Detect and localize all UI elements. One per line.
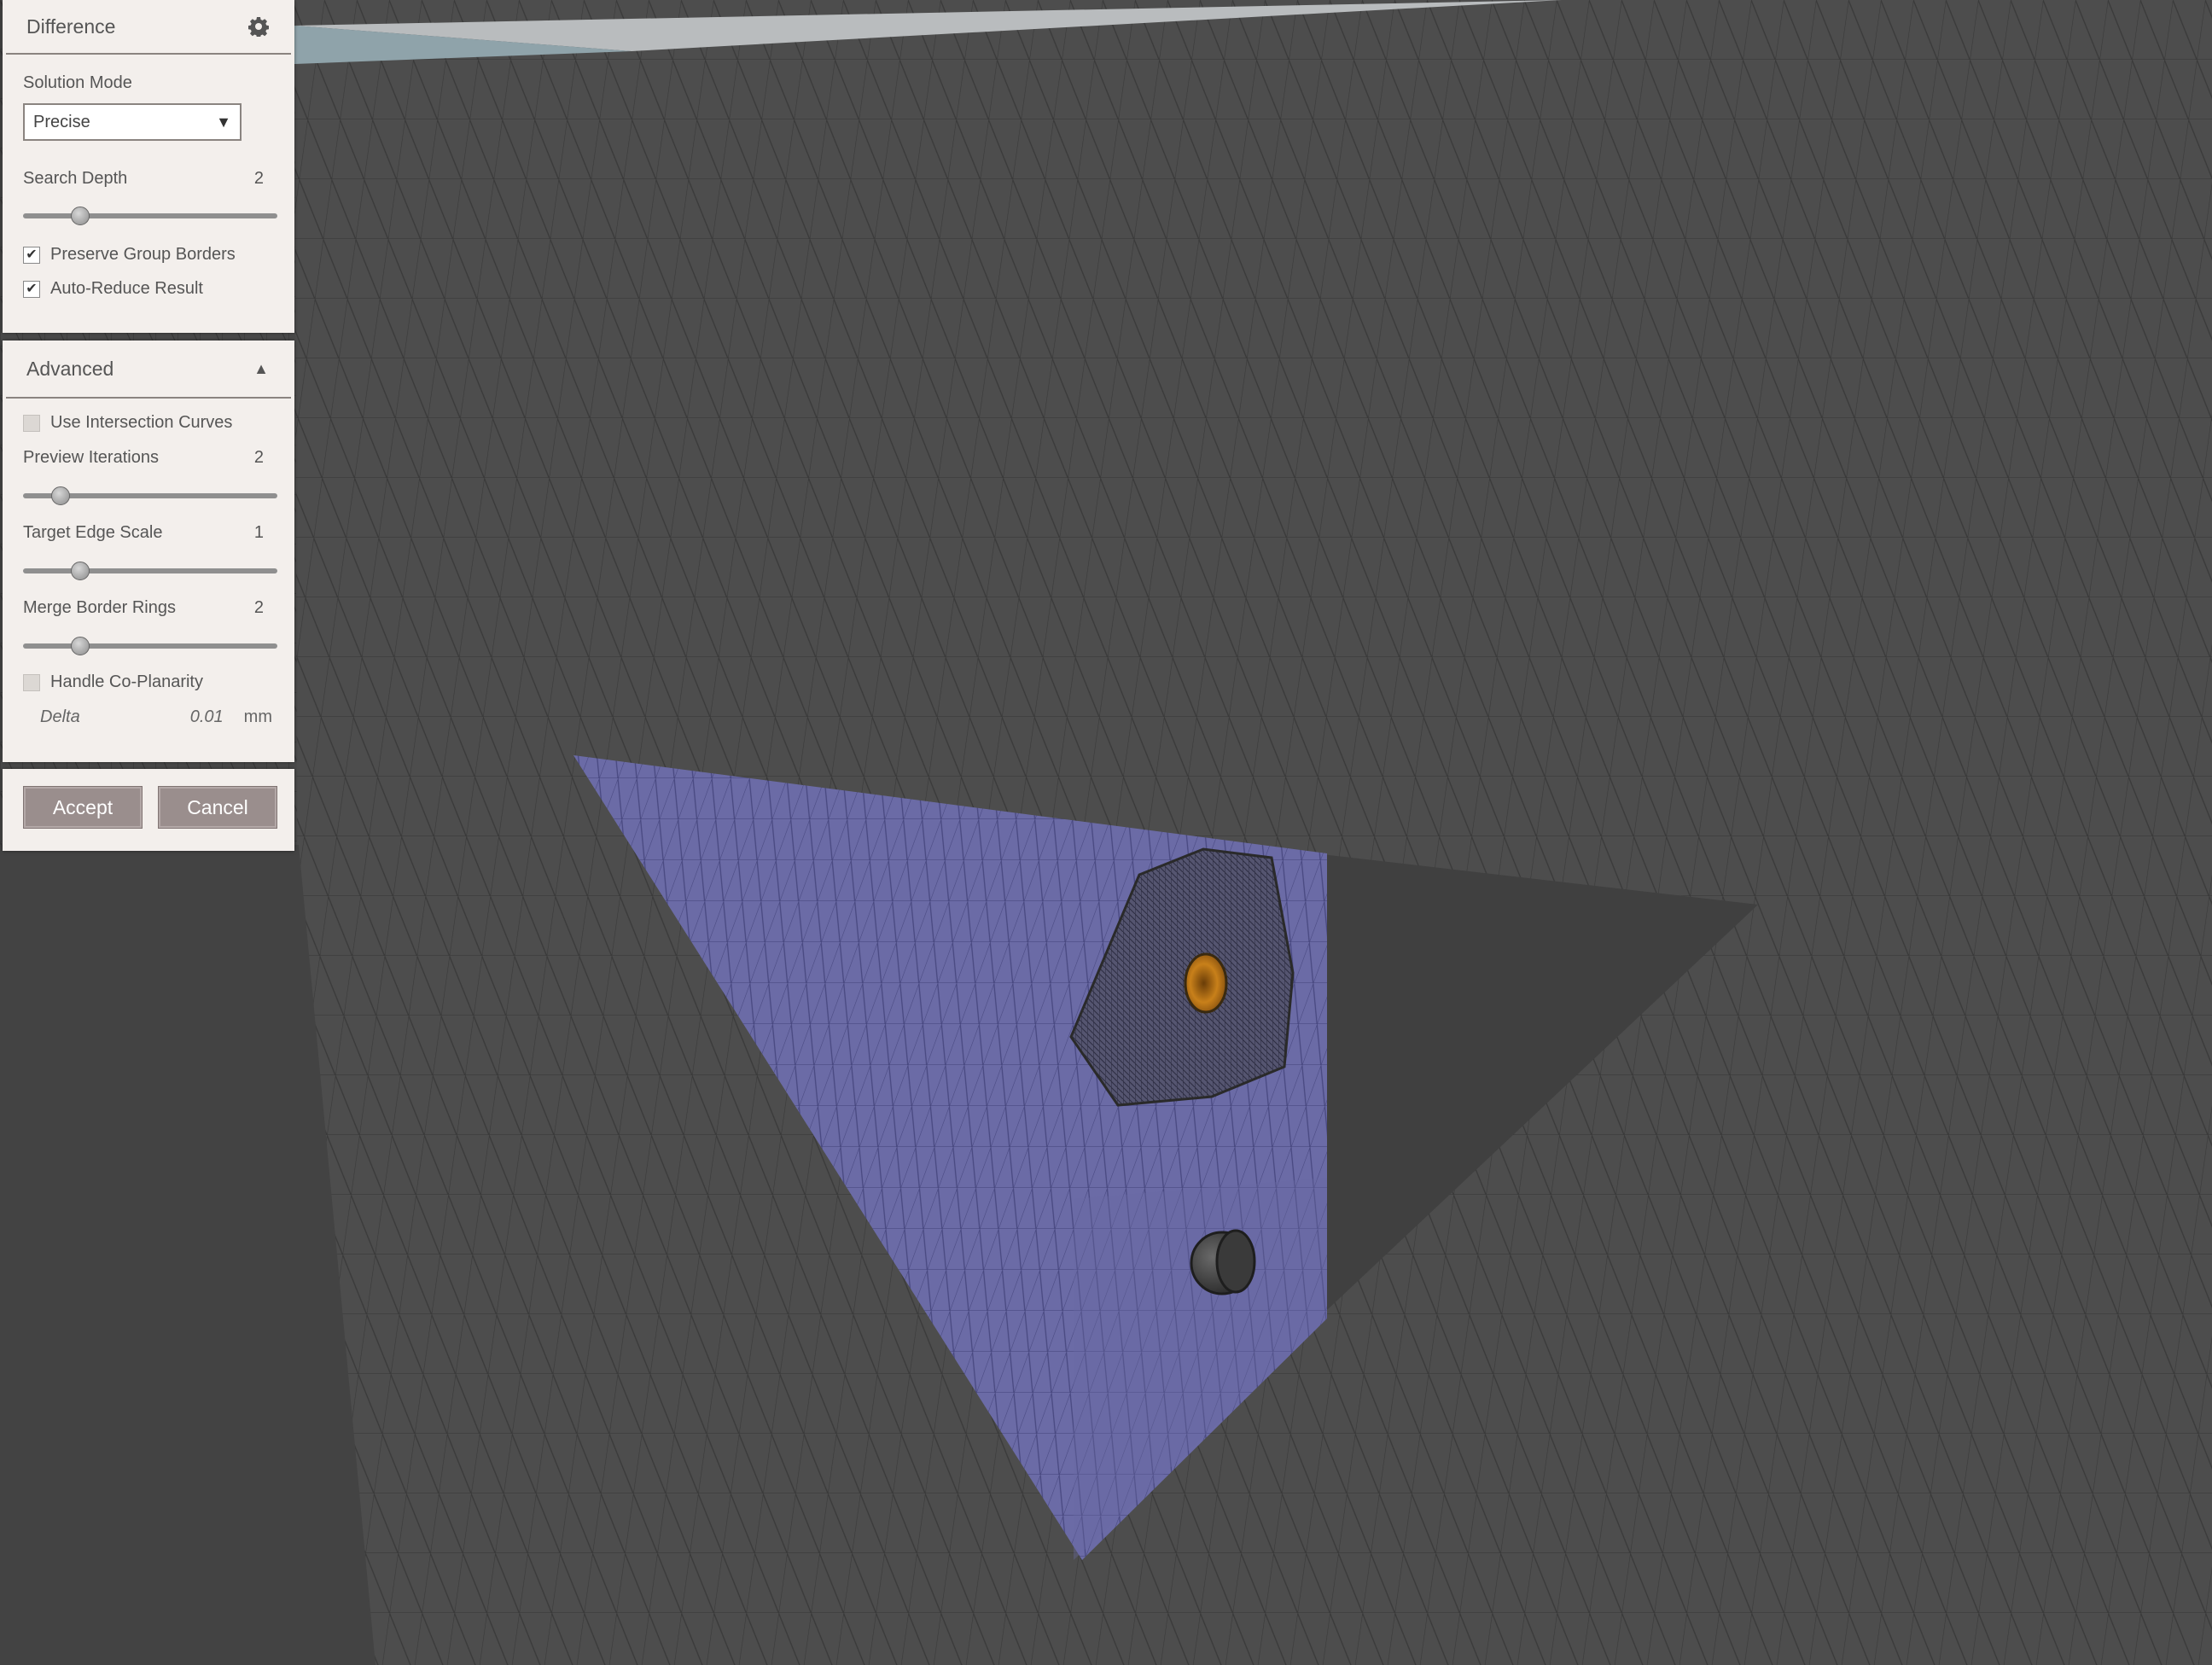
hole-feature (1184, 952, 1228, 1014)
merge-border-rings-label: Merge Border Rings (23, 598, 176, 617)
delta-label: Delta (40, 707, 80, 726)
viewport-3d[interactable] (0, 0, 2212, 1665)
slider-thumb[interactable] (70, 637, 90, 655)
use-intersection-curves-checkbox[interactable]: Use Intersection Curves (23, 413, 274, 433)
target-edge-scale-label: Target Edge Scale (23, 523, 163, 542)
target-edge-scale-slider[interactable] (23, 562, 277, 580)
solution-mode-select[interactable]: Precise ▼ (23, 103, 242, 141)
advanced-panel-header[interactable]: Advanced ▲ (6, 341, 291, 399)
accept-button[interactable]: Accept (23, 786, 143, 829)
preview-iterations-value: 2 (253, 448, 264, 467)
cancel-button[interactable]: Cancel (158, 786, 277, 829)
slider-thumb[interactable] (51, 486, 71, 505)
handle-coplanarity-checkbox[interactable]: Handle Co-Planarity (23, 672, 274, 692)
slider-thumb[interactable] (70, 562, 90, 580)
checkbox-icon[interactable] (23, 414, 40, 432)
preview-iterations-slider[interactable] (23, 486, 277, 505)
merge-border-rings-slider[interactable] (23, 637, 277, 655)
gear-icon[interactable] (248, 16, 269, 37)
checkbox-icon[interactable] (23, 673, 40, 691)
preview-iterations-label: Preview Iterations (23, 448, 159, 467)
difference-panel: Difference Solution Mode Precise ▼ Searc… (3, 0, 294, 333)
collapse-triangle-icon[interactable]: ▲ (253, 360, 269, 378)
checkbox-icon[interactable]: ✔ (23, 280, 40, 298)
actions-panel: Accept Cancel (3, 769, 294, 851)
panel-title: Difference (26, 15, 116, 38)
knob-feature (1215, 1229, 1256, 1294)
solution-mode-value: Precise (33, 112, 90, 131)
delta-input[interactable]: 0.01 (190, 707, 224, 727)
auto-reduce-checkbox[interactable]: ✔ Auto-Reduce Result (23, 279, 274, 299)
dropdown-arrow-icon: ▼ (216, 113, 231, 131)
search-depth-value: 2 (253, 169, 264, 188)
search-depth-label: Search Depth (23, 169, 128, 188)
use-intersection-curves-label: Use Intersection Curves (50, 413, 233, 432)
advanced-panel: Advanced ▲ Use Intersection Curves Previ… (3, 341, 294, 762)
target-edge-scale-value: 1 (253, 523, 264, 542)
auto-reduce-label: Auto-Reduce Result (50, 279, 203, 298)
advanced-title: Advanced (26, 357, 114, 380)
solution-mode-label: Solution Mode (23, 73, 132, 92)
slider-thumb[interactable] (70, 207, 90, 225)
difference-panel-header: Difference (6, 0, 291, 55)
merge-border-rings-value: 2 (253, 598, 264, 617)
checkbox-icon[interactable]: ✔ (23, 246, 40, 264)
handle-coplanarity-label: Handle Co-Planarity (50, 672, 203, 691)
delta-unit: mm (243, 707, 272, 726)
preserve-group-borders-label: Preserve Group Borders (50, 245, 236, 264)
search-depth-slider[interactable] (23, 207, 277, 225)
preserve-group-borders-checkbox[interactable]: ✔ Preserve Group Borders (23, 245, 274, 265)
